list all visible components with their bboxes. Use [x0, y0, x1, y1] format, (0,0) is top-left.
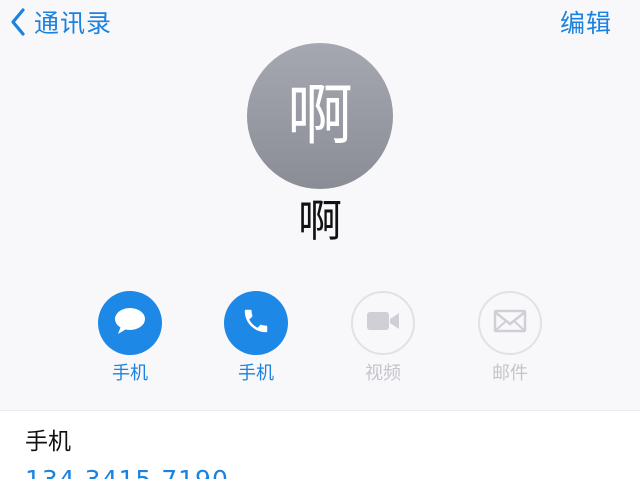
phone-number-link[interactable]: 134 3415 7190	[25, 467, 229, 479]
video-action-circle[interactable]	[351, 291, 415, 355]
phone-field-label: 手机	[25, 429, 71, 455]
phone-info-card: 手机 134 3415 7190	[0, 410, 640, 479]
mail-action-label: 邮件	[492, 363, 528, 384]
back-button[interactable]: 通讯录	[10, 2, 112, 42]
video-action-label: 视频	[365, 363, 401, 384]
call-action-label: 手机	[238, 363, 274, 384]
message-bubble-icon	[113, 306, 147, 340]
phone-icon	[241, 306, 271, 340]
chevron-left-icon	[10, 7, 26, 37]
message-action-label: 手机	[112, 363, 148, 384]
mail-action-button[interactable]: 邮件	[465, 291, 555, 385]
video-action-button[interactable]: 视频	[338, 291, 428, 385]
call-action-circle[interactable]	[224, 291, 288, 355]
message-action-circle[interactable]	[98, 291, 162, 355]
video-camera-icon	[365, 309, 401, 337]
call-action-button[interactable]: 手机	[211, 291, 301, 385]
envelope-icon	[493, 309, 527, 337]
avatar: 啊	[247, 43, 393, 189]
back-button-label: 通讯录	[34, 9, 113, 38]
message-action-button[interactable]: 手机	[85, 291, 175, 385]
avatar-initial: 啊	[287, 77, 353, 154]
contact-name: 啊	[298, 196, 342, 247]
contact-detail-screen: 通讯录 编辑 啊 啊 手机 手机 视频 邮件 手机	[0, 0, 640, 479]
mail-action-circle[interactable]	[478, 291, 542, 355]
edit-button[interactable]: 编辑	[560, 2, 612, 42]
